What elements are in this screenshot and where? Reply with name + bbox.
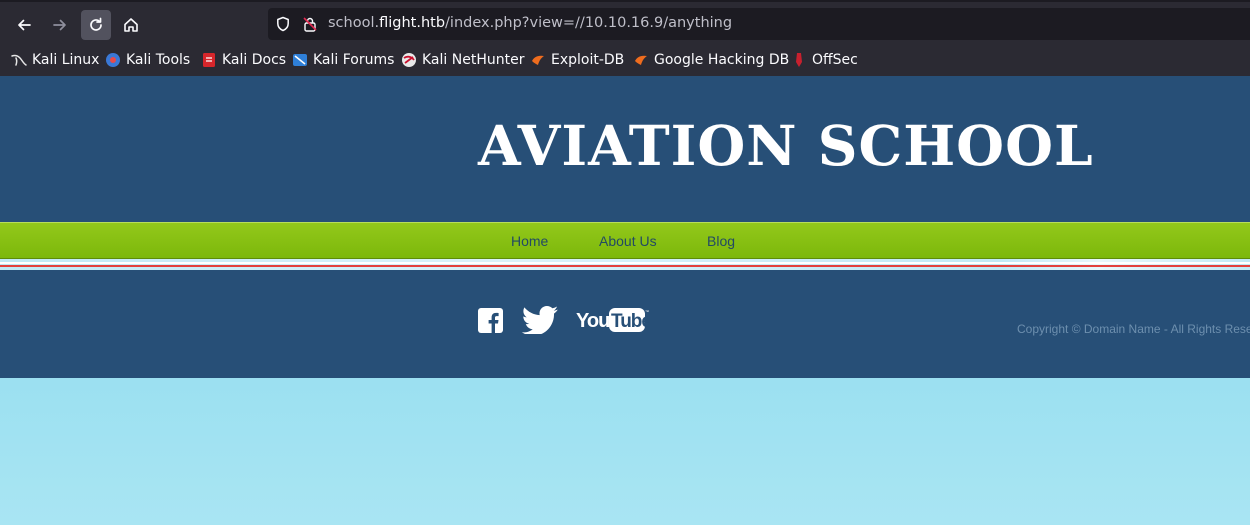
bookmark-kali-nethunter[interactable]: Kali NetHunter [401,50,524,70]
kali-forums-icon [293,54,307,66]
white-stripe [0,262,1250,264]
bookmark-kali-docs[interactable]: Kali Docs [201,50,286,70]
svg-text:Tube: Tube [611,311,649,332]
bookmark-label: Kali Forums [313,52,395,68]
site-header: AVIATION SCHOOL [0,76,1250,222]
copyright-text: Copyright © Domain Name - All Rights Res… [1017,322,1250,336]
home-button[interactable] [116,10,146,40]
arrow-left-icon [18,19,31,31]
reload-button[interactable] [81,10,111,40]
back-button[interactable] [9,10,39,40]
menu-item-home[interactable]: Home [511,233,548,249]
bookmark-offsec[interactable]: OffSec [791,50,858,70]
bookmark-kali-tools[interactable]: Kali Tools [105,50,190,70]
offsec-icon [796,53,802,67]
address-bar[interactable]: school.flight.htb/index.php?view=//10.10… [268,8,1250,40]
url-prefix: school. [328,15,380,31]
site-footer: You Tube ™ Copyright © Domain Name - All… [0,270,1250,378]
insecure-lock-icon[interactable] [302,16,318,32]
bookmark-google-hacking-db[interactable]: Google Hacking DB [633,50,789,70]
main-menu: Home About Us Blog [0,222,1250,259]
site-title: AVIATION SCHOOL [478,113,1094,178]
bookmark-kali-forums[interactable]: Kali Forums [292,50,394,70]
menu-item-blog[interactable]: Blog [707,233,735,249]
bookmark-label: Exploit-DB [551,52,625,68]
url-host: flight.htb [379,15,446,31]
webpage: AVIATION SCHOOL Home About Us Blog You T… [0,76,1250,525]
twitter-icon[interactable] [521,306,559,334]
kali-tools-icon [106,53,120,67]
navigation-toolbar: school.flight.htb/index.php?view=//10.10… [0,0,1250,44]
bookmarks-toolbar: Kali Linux Kali Tools Kali Docs Kali For… [0,44,1250,76]
youtube-icon[interactable]: You Tube ™ [576,305,649,335]
bookmark-exploit-db[interactable]: Exploit-DB [530,50,624,70]
exploit-db-icon [532,55,544,65]
svg-text:You: You [576,310,609,332]
kali-docs-icon [203,53,215,67]
browser-chrome: school.flight.htb/index.php?view=//10.10… [0,0,1250,76]
bookmark-label: OffSec [812,52,858,68]
url-path: /index.php?view=//10.10.16.9/anything [445,15,733,31]
bookmark-label: Kali Tools [126,52,191,68]
arrow-right-icon [53,19,66,31]
bookmark-label: Kali Docs [222,52,287,68]
bookmark-label: Google Hacking DB [654,52,790,68]
kali-nethunter-icon [402,53,416,67]
bookmark-label: Kali Linux [32,52,100,68]
url-text[interactable]: school.flight.htb/index.php?view=//10.10… [328,15,732,31]
reload-icon [90,17,102,31]
svg-text:™: ™ [645,309,649,314]
bookmark-kali-linux[interactable]: Kali Linux [11,50,99,70]
menu-item-about-us[interactable]: About Us [599,233,657,249]
red-stripe [0,265,1250,267]
bookmark-label: Kali NetHunter [422,52,525,68]
kali-dragon-icon [11,54,27,66]
forward-button[interactable] [45,10,75,40]
home-icon [124,18,138,32]
facebook-icon[interactable] [478,308,503,333]
shield-icon[interactable] [275,16,291,32]
ghdb-icon [635,55,647,65]
